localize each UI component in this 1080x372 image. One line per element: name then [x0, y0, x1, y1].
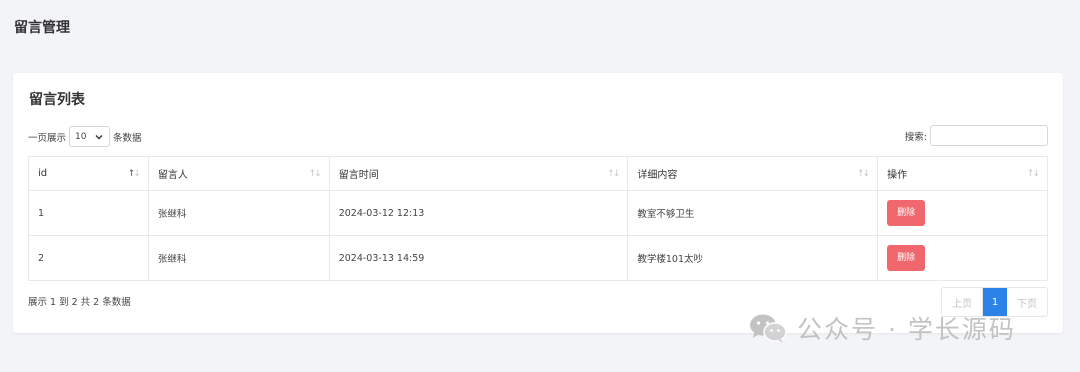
watermark-text: 公众号 · 学长源码 — [797, 315, 1016, 344]
sort-icon[interactable]: ↑↓ — [1027, 169, 1040, 179]
column-header-label: 操作 — [887, 170, 908, 181]
cell-id: 2 — [28, 235, 149, 281]
column-header-time[interactable]: 留言时间 ↑↓ — [328, 156, 629, 191]
sort-icon[interactable]: ↑↓ — [857, 169, 870, 179]
delete-button[interactable]: 删除 — [887, 200, 926, 226]
cell-author: 张继科 — [147, 190, 330, 236]
chevron-down-icon — [95, 134, 103, 139]
column-header-id[interactable]: id ↑↓ — [28, 156, 149, 191]
cell-time: 2024-03-13 14:59 — [328, 235, 629, 281]
column-header-label: 留言时间 — [338, 170, 379, 181]
cell-content: 教室不够卫生 — [627, 190, 879, 236]
table-info: 展示 1 到 2 共 2 条数据 — [28, 297, 131, 308]
cell-id: 1 — [28, 190, 149, 236]
table-row: 2 张继科 2024-03-13 14:59 教学楼101太吵 删除 — [28, 235, 1048, 281]
sort-icon[interactable]: ↑↓ — [607, 169, 620, 179]
sort-asc-icon[interactable]: ↑↓ — [128, 169, 141, 179]
cell-action: 删除 — [877, 235, 1048, 281]
card-title: 留言列表 — [29, 92, 85, 108]
cell-content: 教学楼101太吵 — [627, 235, 879, 281]
search-label: 搜索: — [904, 131, 927, 143]
page-length-value: 10 — [75, 131, 87, 142]
delete-button[interactable]: 删除 — [887, 245, 926, 271]
search-control: 搜索: — [905, 125, 1048, 146]
page-length-control: 一页展示 10 条数据 — [28, 126, 142, 147]
column-header-label: id — [38, 168, 48, 179]
watermark: 公众号 · 学长源码 — [748, 310, 1016, 346]
wechat-icon — [750, 314, 787, 343]
column-header-content[interactable]: 详细内容 ↑↓ — [627, 156, 879, 191]
length-suffix-label: 条数据 — [113, 132, 142, 144]
page-length-select[interactable]: 10 — [69, 126, 111, 147]
page-title: 留言管理 — [14, 20, 70, 36]
sort-icon[interactable]: ↑↓ — [309, 169, 322, 179]
cell-author: 张继科 — [147, 235, 330, 281]
column-header-label: 详细内容 — [637, 170, 678, 181]
cell-time: 2024-03-12 12:13 — [328, 190, 629, 236]
message-table: id ↑↓ 留言人 ↑↓ 留言时间 ↑↓ 详细内容 ↑↓ 操作 ↑↓ 1 张继科… — [28, 156, 1048, 281]
table-header-row: id ↑↓ 留言人 ↑↓ 留言时间 ↑↓ 详细内容 ↑↓ 操作 ↑↓ — [28, 156, 1048, 191]
column-header-label: 留言人 — [157, 170, 188, 181]
column-header-author[interactable]: 留言人 ↑↓ — [147, 156, 330, 191]
cell-action: 删除 — [877, 190, 1048, 236]
column-header-action[interactable]: 操作 ↑↓ — [877, 156, 1048, 191]
search-input[interactable] — [930, 125, 1048, 146]
length-prefix-label: 一页展示 — [28, 132, 67, 144]
message-list-card: 留言列表 一页展示 10 条数据 搜索: id ↑↓ 留言人 ↑↓ 留言时间 ↑… — [13, 73, 1063, 333]
table-row: 1 张继科 2024-03-12 12:13 教室不够卫生 删除 — [28, 190, 1048, 236]
